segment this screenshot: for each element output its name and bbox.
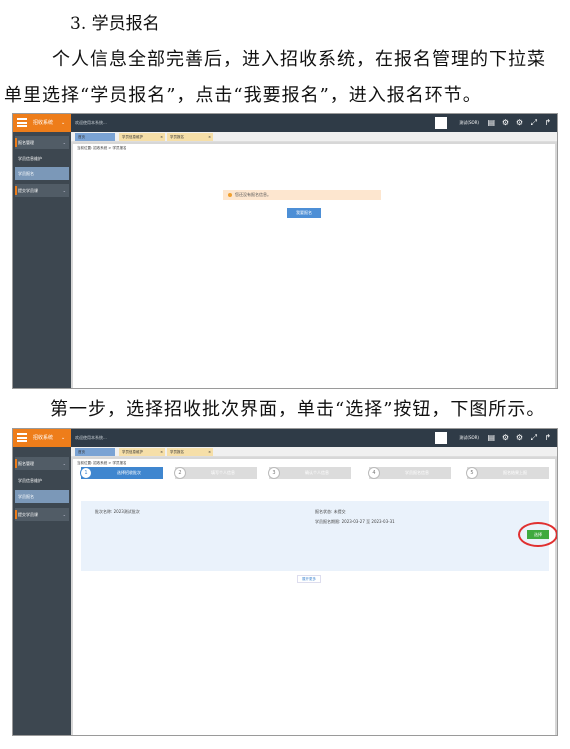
sidebar: 报名管理 ⌄ 学员信息维护 学员报名 提交学员课 ⌄ (13, 447, 71, 735)
close-icon[interactable]: × (160, 133, 163, 141)
step-report-result: 5 报名结果上报 (466, 467, 549, 479)
tab-home[interactable]: 首页 (75, 448, 115, 456)
breadcrumb: 当前位置: 招收系统 > 学员报名 (77, 461, 127, 465)
top-bar: 招收系统 ⌄ 欢迎使用本系统... 测试(SOR) ▤ ⚙ ⚙ ⤢ ↱ (13, 429, 557, 447)
sidebar: 报名管理 ⌄ 学员信息维护 学员报名 提交学员课 ⌄ (13, 132, 71, 388)
step-fill-info: 2 填写个人信息 (174, 467, 257, 479)
sidebar-item-label: 学员报名 (18, 171, 34, 176)
sidebar-item-label: 报名管理 (18, 140, 34, 145)
warning-icon (228, 193, 232, 197)
instruction-line-2: 单里选择“学员报名”，点击“我要报名”，进入报名环节。 (4, 85, 482, 106)
gear-icon[interactable]: ⚙ (516, 114, 523, 132)
sidebar-item-submit[interactable]: 提交学员课 ⌄ (15, 508, 69, 521)
user-name[interactable]: 测试(SOR) (459, 429, 479, 447)
chevron-down-icon: ⌄ (62, 512, 66, 517)
tab-student-info[interactable]: 学员信息维护 × (119, 133, 165, 141)
sidebar-item-registration-management[interactable]: 报名管理 ⌄ (15, 457, 69, 470)
sidebar-item-label: 学员信息维护 (18, 156, 42, 161)
sidebar-item-student-info[interactable]: 学员信息维护 (15, 152, 69, 165)
system-menu[interactable]: 招收系统 ⌄ (13, 114, 71, 132)
close-icon[interactable]: × (208, 448, 211, 456)
menu-icon[interactable] (17, 118, 27, 127)
gear-icon[interactable]: ⚙ (516, 429, 523, 447)
sidebar-item-submit[interactable]: 提交学员课 ⌄ (15, 184, 69, 197)
chevron-down-icon: ⌄ (62, 188, 66, 193)
sidebar-item-student-info[interactable]: 学员信息维护 (15, 474, 69, 487)
chevron-down-icon: ⌄ (61, 120, 66, 126)
system-name: 招收系统 (33, 435, 54, 441)
document-icon[interactable]: ▤ (487, 114, 495, 132)
system-menu[interactable]: 招收系统 ⌄ (13, 429, 71, 447)
select-button[interactable]: 选择 (527, 530, 549, 539)
logout-icon[interactable]: ↱ (544, 429, 551, 447)
top-bar: 招收系统 ⌄ 欢迎使用本系统... 测试(SOR) ▤ ⚙ ⚙ ⤢ ↱ (13, 114, 557, 132)
chevron-down-icon: ⌄ (62, 461, 66, 466)
alert-text: 您还没有报名信息。 (235, 192, 271, 197)
tab-student-signup[interactable]: 学员报名 × (167, 133, 213, 141)
notice-text: 欢迎使用本系统... (75, 120, 107, 125)
sidebar-item-student-signup[interactable]: 学员报名 (15, 167, 69, 180)
instruction-line-1: 个人信息全部完善后，进入招收系统，在报名管理的下拉菜 (52, 49, 546, 70)
screenshot-signup-page: 招收系统 ⌄ 欢迎使用本系统... 测试(SOR) ▤ ⚙ ⚙ ⤢ ↱ 报名管理… (12, 113, 558, 389)
step1-instruction: 第一步，选择招收批次界面，单击“选择”按钮，下图所示。 (50, 399, 546, 420)
close-icon[interactable]: × (160, 448, 163, 456)
sidebar-item-label: 提交学员课 (18, 512, 38, 517)
sidebar-item-label: 学员信息维护 (18, 478, 42, 483)
registration-period: 学员报名期限: 2023-03-27 至 2023-03-31 (315, 519, 395, 524)
step-select-batch: 1 选择招收批次 (80, 467, 163, 479)
sidebar-item-registration-management[interactable]: 报名管理 ⌄ (15, 136, 69, 149)
menu-icon[interactable] (17, 433, 27, 442)
settings-icon[interactable]: ⚙ (502, 114, 509, 132)
step-registration-info: 4 学员报名信息 (368, 467, 451, 479)
main-panel: 当前位置: 招收系统 > 学员报名 您还没有报名信息。 我要报名 (73, 144, 555, 388)
user-name[interactable]: 测试(SOR) (459, 114, 479, 132)
tab-student-info[interactable]: 学员信息维护 × (119, 448, 165, 456)
sidebar-item-label: 报名管理 (18, 461, 34, 466)
no-registration-alert: 您还没有报名信息。 (223, 190, 381, 200)
close-icon[interactable]: × (208, 133, 211, 141)
tab-strip: 首页 学员信息维护 × 学员报名 × (71, 447, 557, 457)
sidebar-item-student-signup[interactable]: 学员报名 (15, 490, 69, 503)
settings-icon[interactable]: ⚙ (502, 429, 509, 447)
batch-name: 批次名称: 2023测试批次 (95, 509, 140, 514)
step-confirm-info: 3 确认个人信息 (268, 467, 351, 479)
content-area: 首页 学员信息维护 × 学员报名 × 当前位置: 招收系统 > 学员报名 1 选择招… (71, 447, 557, 735)
registration-status: 报名状态: 未提交 (315, 509, 346, 514)
chevron-down-icon: ⌄ (61, 435, 66, 441)
signup-button[interactable]: 我要报名 (287, 208, 321, 218)
tab-student-signup[interactable]: 学员报名 × (167, 448, 213, 456)
tab-home[interactable]: 首页 (75, 133, 115, 141)
chevron-down-icon: ⌄ (62, 140, 66, 145)
show-more-link[interactable]: 展开更多 (297, 575, 321, 583)
user-avatar[interactable] (435, 432, 447, 444)
batch-card: 批次名称: 2023测试批次 报名状态: 未提交 学员报名期限: 2023-03… (81, 501, 557, 571)
fullscreen-icon[interactable]: ⤢ (531, 114, 537, 132)
main-panel: 当前位置: 招收系统 > 学员报名 1 选择招收批次 2 填写个人信息 3 确认… (73, 459, 557, 735)
section-heading: 3. 学员报名 (70, 14, 160, 34)
tab-strip: 首页 学员信息维护 × 学员报名 × (71, 132, 557, 142)
sidebar-item-label: 提交学员课 (18, 188, 38, 193)
notice-text: 欢迎使用本系统... (75, 435, 107, 440)
fullscreen-icon[interactable]: ⤢ (531, 429, 537, 447)
document-icon[interactable]: ▤ (487, 429, 495, 447)
breadcrumb: 当前位置: 招收系统 > 学员报名 (77, 146, 127, 150)
system-name: 招收系统 (33, 120, 54, 126)
sidebar-item-label: 学员报名 (18, 494, 34, 499)
content-area: 首页 学员信息维护 × 学员报名 × 当前位置: 招收系统 > 学员报名 您还没有报… (71, 132, 557, 388)
screenshot-select-batch-page: 招收系统 ⌄ 欢迎使用本系统... 测试(SOR) ▤ ⚙ ⚙ ⤢ ↱ 报名管理… (12, 428, 558, 736)
user-avatar[interactable] (435, 117, 447, 129)
logout-icon[interactable]: ↱ (544, 114, 551, 132)
